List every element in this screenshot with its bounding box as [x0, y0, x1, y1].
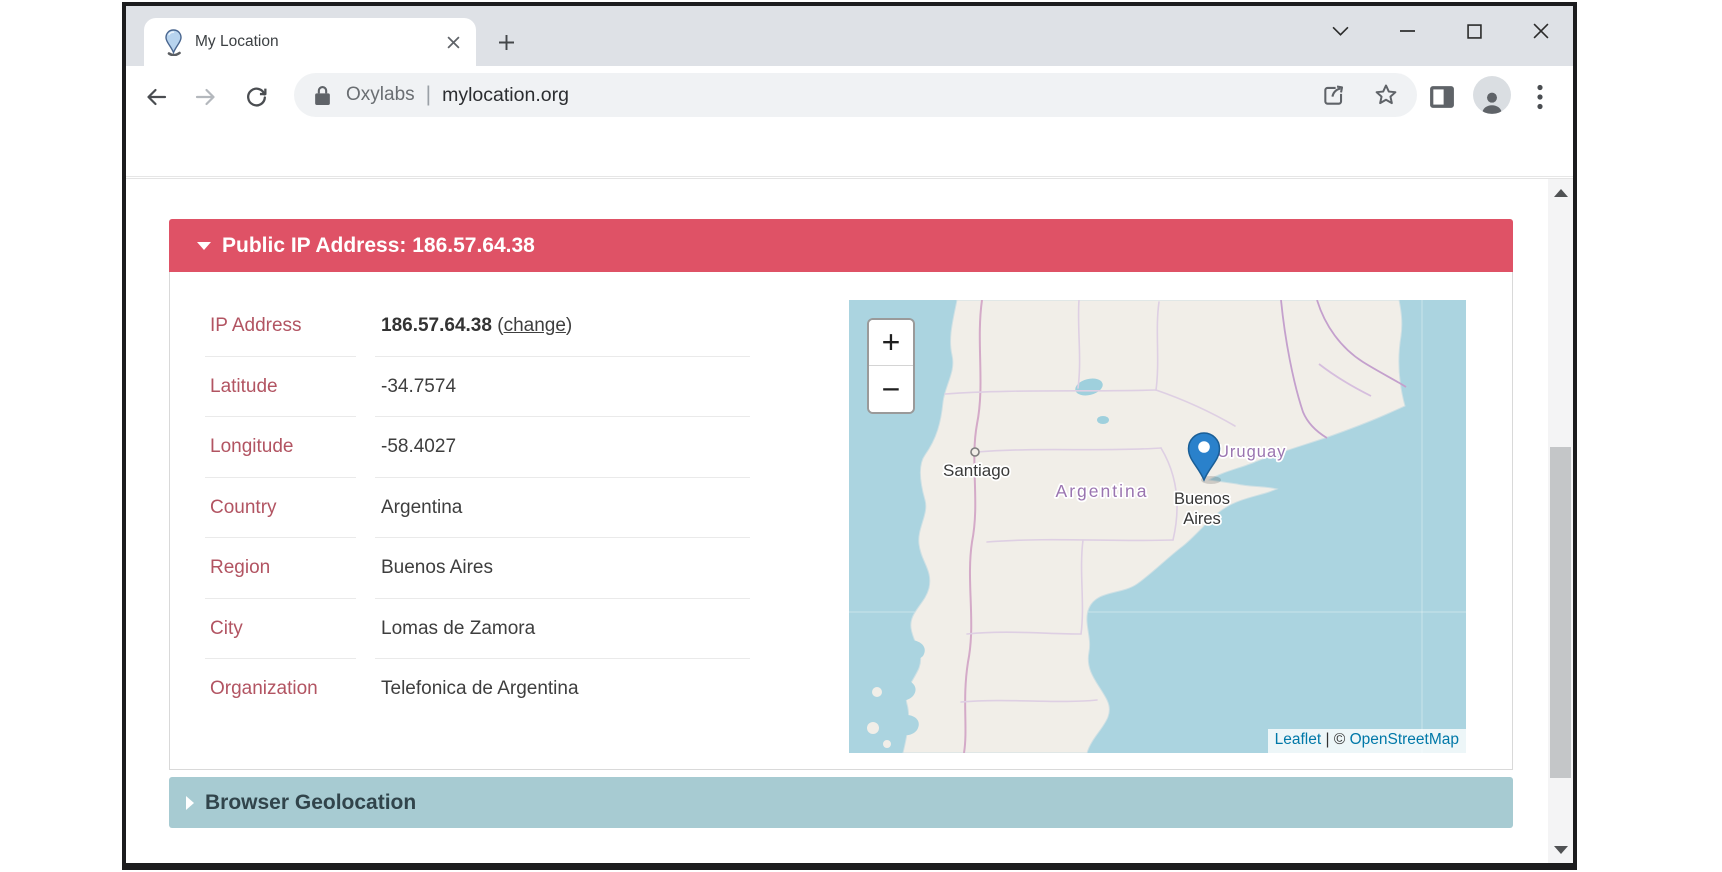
menu-dots-icon[interactable] [1523, 80, 1557, 114]
url-separator: | [426, 83, 431, 107]
row-value: Argentina [375, 478, 750, 539]
tab-my-location[interactable]: My Location [144, 18, 476, 66]
map-zoom-out-button[interactable]: − [869, 366, 913, 412]
openstreetmap-link[interactable]: OpenStreetMap [1350, 731, 1459, 748]
lock-icon[interactable] [312, 80, 332, 110]
row-label: Longitude [205, 417, 356, 478]
row-label: Organization [205, 659, 356, 720]
map-attribution: Leaflet | © OpenStreetMap [1268, 729, 1466, 753]
table-row: Longitude -58.4027 [170, 417, 930, 478]
map-label-santiago: Santiago [943, 461, 1010, 480]
row-label: IP Address [205, 296, 356, 357]
public-ip-header-text: Public IP Address: 186.57.64.38 [222, 234, 535, 258]
leaflet-link[interactable]: Leaflet [1275, 731, 1322, 748]
table-row: Organization Telefonica de Argentina [170, 659, 930, 720]
map-zoom-control: + − [867, 318, 915, 414]
site-favicon-pin-icon [164, 29, 183, 56]
new-tab-button[interactable] [492, 28, 520, 56]
scrollbar-thumb[interactable] [1550, 447, 1571, 778]
row-value: -34.7574 [375, 357, 750, 418]
forward-button[interactable] [189, 80, 223, 114]
bookmark-star-icon[interactable] [1371, 80, 1401, 110]
browser-geolocation-accordion-header[interactable]: Browser Geolocation [169, 777, 1513, 828]
window-chevron-button[interactable] [1323, 16, 1357, 46]
back-button[interactable] [139, 80, 173, 114]
tab-strip: My Location [126, 6, 1573, 66]
tab-close-icon[interactable] [444, 33, 462, 51]
page-content: Public IP Address: 186.57.64.38 IP Addre… [126, 178, 1573, 863]
profile-avatar[interactable] [1473, 76, 1511, 114]
map-label-argentina: Argentina [1056, 481, 1149, 501]
santiago-city-dot [971, 448, 979, 456]
url-domain: mylocation.org [442, 84, 569, 107]
map-zoom-in-button[interactable]: + [869, 320, 913, 366]
browser-geolocation-header-text: Browser Geolocation [205, 791, 416, 815]
share-icon[interactable] [1319, 80, 1349, 110]
scrollbar-up-arrow[interactable] [1554, 189, 1568, 197]
page-scrollbar[interactable] [1548, 179, 1573, 863]
url-site-label: Oxylabs [346, 84, 415, 106]
window-close-button[interactable] [1524, 16, 1558, 46]
ip-table: IP Address 186.57.64.38 (change) Latitud… [170, 296, 930, 720]
table-row: Latitude -34.7574 [170, 357, 930, 418]
side-panel-icon[interactable] [1425, 80, 1459, 114]
public-ip-accordion-header[interactable]: Public IP Address: 186.57.64.38 [169, 219, 1513, 272]
reload-button[interactable] [239, 80, 273, 114]
browser-toolbar: Oxylabs | mylocation.org [126, 66, 1573, 177]
map-canvas: Santiago Argentina Uruguay Buenos Aires [849, 300, 1466, 753]
expand-arrow-icon [186, 796, 194, 810]
scrollbar-down-arrow[interactable] [1554, 846, 1568, 854]
map-label-uruguay: Uruguay [1217, 443, 1286, 461]
window-maximize-button[interactable] [1457, 16, 1491, 46]
table-row: IP Address 186.57.64.38 (change) [170, 296, 930, 357]
table-row: City Lomas de Zamora [170, 599, 930, 660]
row-value: 186.57.64.38 (change) [375, 296, 750, 357]
browser-window: My Location [122, 2, 1577, 870]
ip-details-card: IP Address 186.57.64.38 (change) Latitud… [169, 272, 1513, 770]
collapse-arrow-icon [197, 242, 211, 250]
leaflet-map[interactable]: Santiago Argentina Uruguay Buenos Aires [849, 300, 1466, 753]
change-ip-link[interactable]: change [504, 315, 566, 336]
map-label-buenos-aires-2: Aires [1183, 510, 1221, 528]
attribution-divider: | © [1321, 731, 1349, 748]
row-label: City [205, 599, 356, 660]
row-label: Country [205, 478, 356, 539]
row-value: Lomas de Zamora [375, 599, 750, 660]
row-value: -58.4027 [375, 417, 750, 478]
table-row: Region Buenos Aires [170, 538, 930, 599]
window-minimize-button[interactable] [1390, 16, 1424, 46]
row-label: Region [205, 538, 356, 599]
row-label: Latitude [205, 357, 356, 418]
map-label-buenos-aires-1: Buenos [1174, 490, 1230, 508]
address-bar[interactable]: Oxylabs | mylocation.org [294, 73, 1417, 117]
table-row: Country Argentina [170, 478, 930, 539]
row-value: Buenos Aires [375, 538, 750, 599]
row-value: Telefonica de Argentina [375, 659, 750, 720]
tab-title: My Location [195, 33, 444, 51]
